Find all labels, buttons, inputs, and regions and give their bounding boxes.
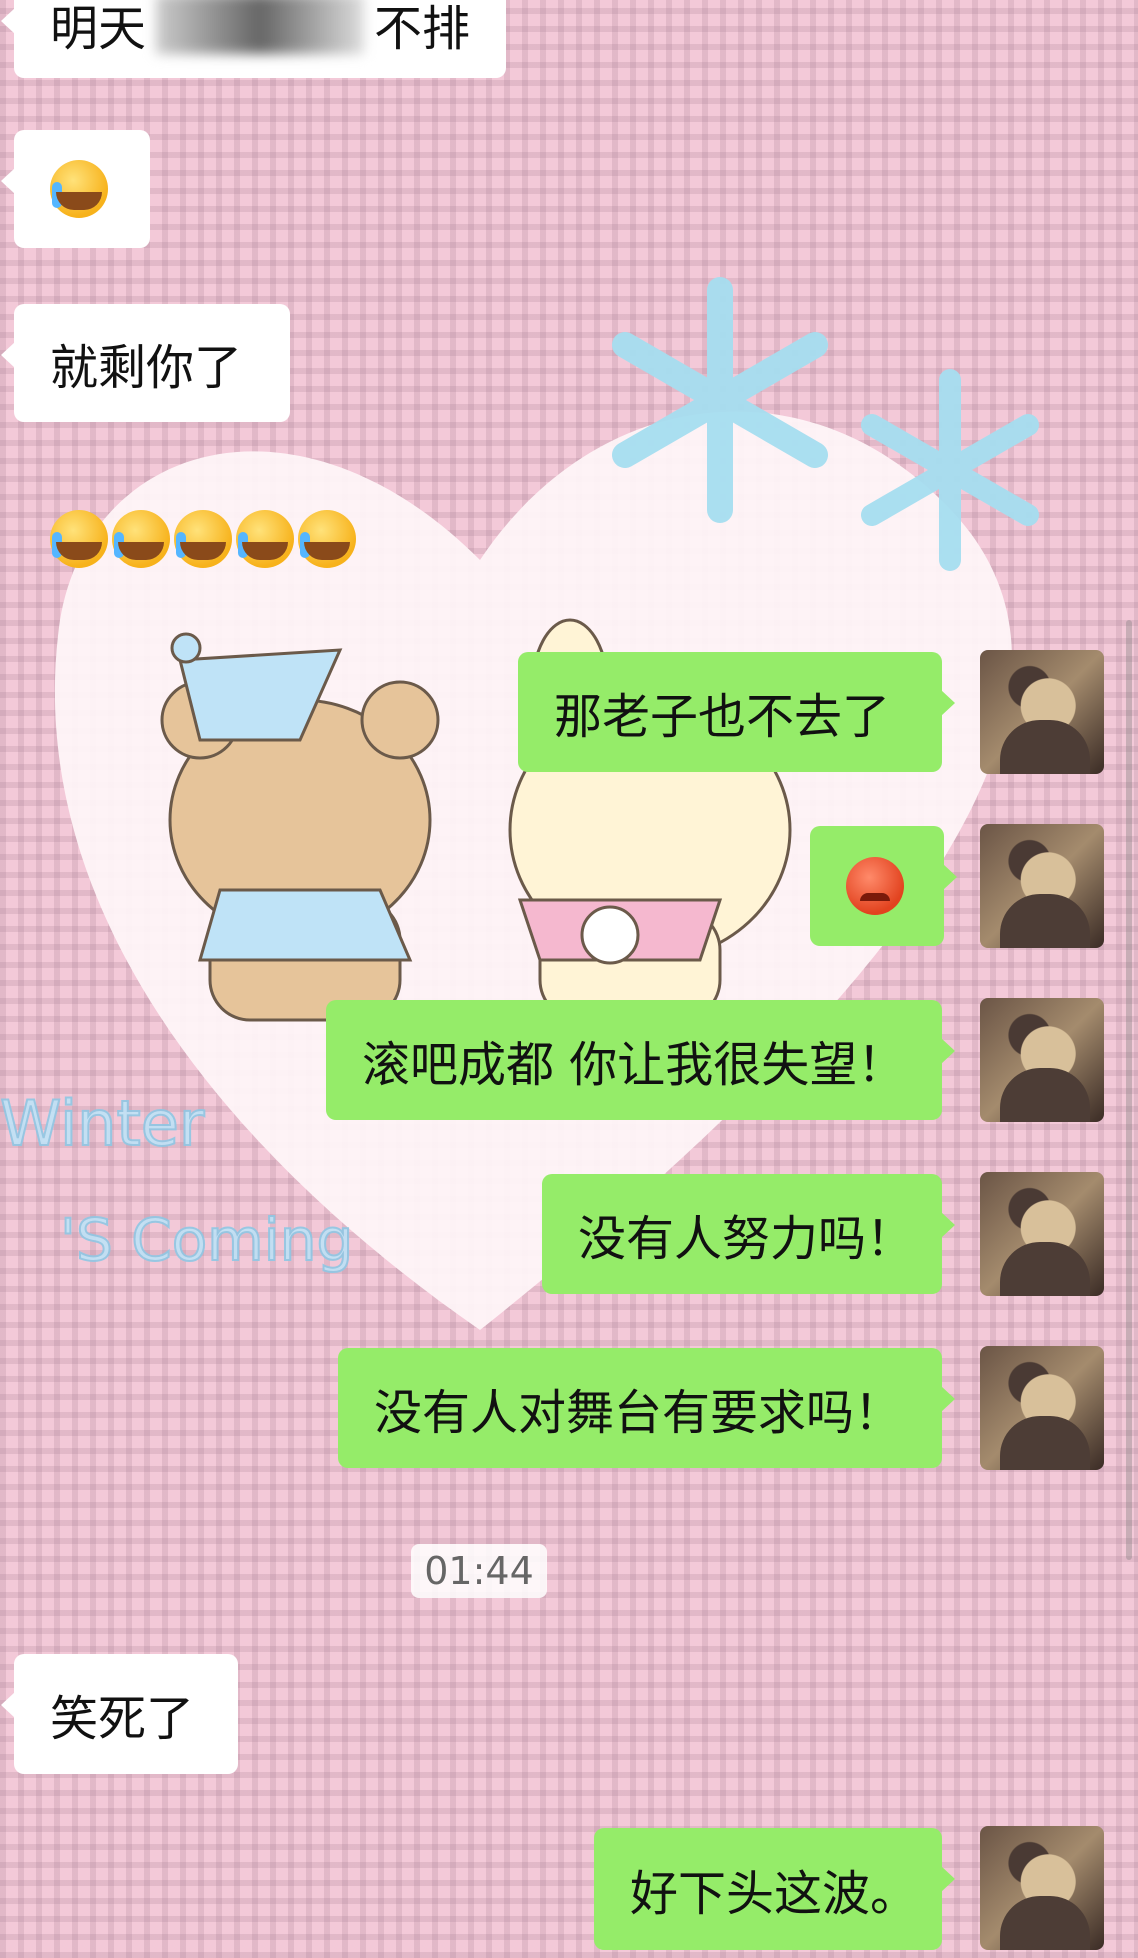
- message-text: 滚吧成都 你让我很失望！: [362, 1037, 906, 1093]
- winter-decor-text: Winter: [0, 1087, 205, 1160]
- loudly-crying-face-icon: [298, 510, 356, 568]
- loudly-crying-face-icon: [112, 510, 170, 568]
- message-bubble-outgoing[interactable]: 没有人对舞台有要求吗！: [338, 1348, 955, 1468]
- avatar[interactable]: [980, 1826, 1104, 1950]
- angry-face-icon: [846, 857, 904, 915]
- blurred-redaction: [156, 0, 364, 54]
- loudly-crying-face-icon: [50, 510, 108, 568]
- loudly-crying-face-icon: [50, 160, 108, 218]
- coming-decor-text: 'S Coming: [60, 1206, 353, 1274]
- message-text: 没有人努力吗！: [578, 1211, 915, 1267]
- message-text: 好下头这波。: [630, 1866, 919, 1922]
- message-bubble-outgoing[interactable]: 好下头这波。: [594, 1828, 955, 1950]
- message-text: 不排: [373, 1, 470, 57]
- loudly-crying-face-icon: [174, 510, 232, 568]
- message-text: 明天: [50, 1, 147, 57]
- message-text: 笑死了: [50, 1691, 195, 1747]
- message-text: 那老子也不去了: [554, 689, 891, 745]
- message-bubble-incoming[interactable]: 笑死了: [1, 1654, 238, 1774]
- avatar[interactable]: [980, 1346, 1104, 1470]
- avatar[interactable]: [980, 650, 1104, 774]
- avatar[interactable]: [980, 824, 1104, 948]
- loudly-crying-face-icon: [236, 510, 294, 568]
- avatar[interactable]: [980, 998, 1104, 1122]
- message-bubble-outgoing[interactable]: 没有人努力吗！: [542, 1174, 955, 1294]
- message-bubble-incoming[interactable]: [1, 130, 150, 248]
- message-text: 没有人对舞台有要求吗！: [374, 1385, 903, 1441]
- message-bubble-incoming[interactable]: 明天 不排: [1, 0, 506, 78]
- message-bubble-outgoing[interactable]: [810, 826, 957, 946]
- message-bubble-incoming[interactable]: 就剩你了: [1, 304, 290, 422]
- message-bubble-outgoing[interactable]: 滚吧成都 你让我很失望！: [326, 1000, 955, 1120]
- avatar[interactable]: [980, 1172, 1104, 1296]
- timestamp: 01:44: [411, 1544, 547, 1598]
- emoji-message[interactable]: [14, 480, 414, 598]
- scrollbar[interactable]: [1126, 620, 1132, 1560]
- message-bubble-outgoing[interactable]: 那老子也不去了: [518, 652, 955, 772]
- message-text: 就剩你了: [50, 340, 243, 396]
